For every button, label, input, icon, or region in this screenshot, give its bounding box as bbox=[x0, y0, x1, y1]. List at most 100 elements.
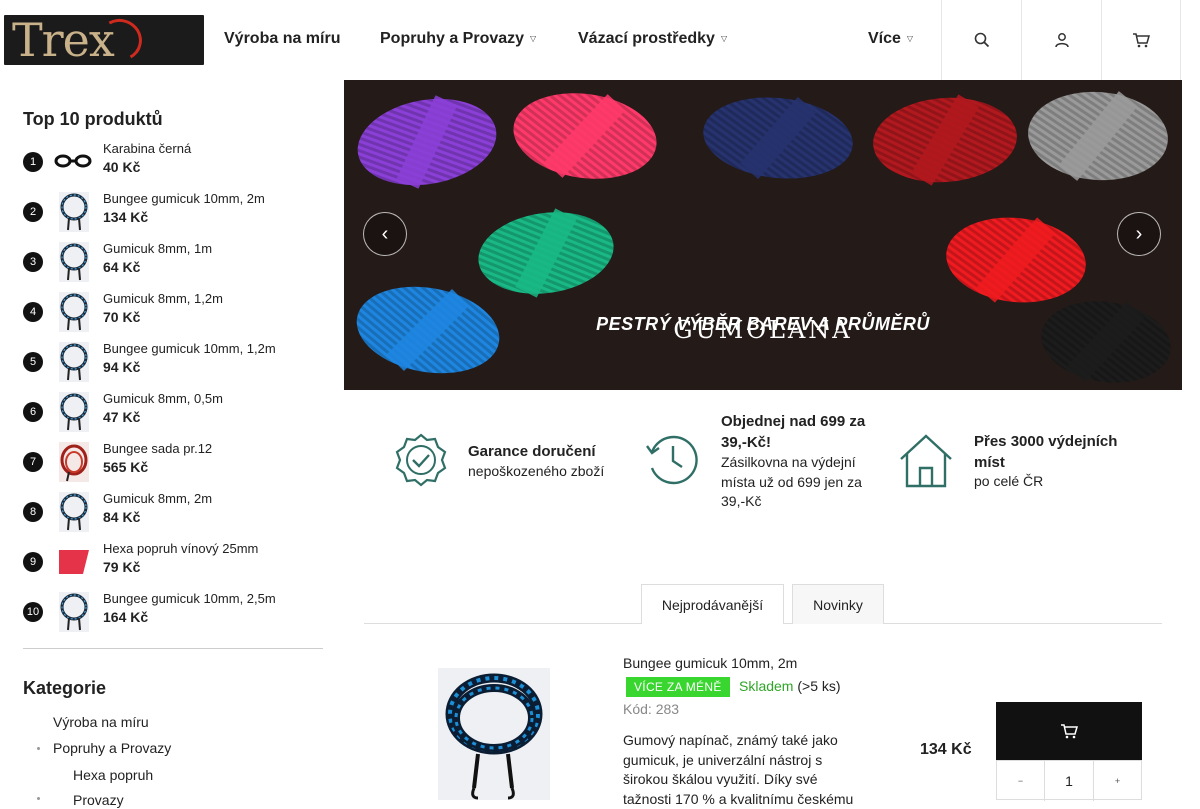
product-price: 70 Kč bbox=[103, 309, 141, 325]
top-product-item[interactable]: 3 Gumicuk 8mm, 1m 64 Kč bbox=[23, 241, 323, 291]
product-thumbnail[interactable] bbox=[59, 592, 89, 632]
benefit-title: Garance doručení bbox=[468, 443, 596, 460]
tab-nejprodavanejsi[interactable]: Nejprodávanější bbox=[641, 584, 784, 624]
product-thumbnail[interactable] bbox=[59, 492, 89, 532]
hero-banner[interactable]: GUMOLANA ‹ › bbox=[344, 80, 1182, 390]
sidebar-divider bbox=[23, 648, 323, 649]
product-price: 47 Kč bbox=[103, 409, 141, 425]
nav-popruhy-a-provazy[interactable]: Popruhy a Provazy ▽ bbox=[380, 30, 536, 48]
product-name[interactable]: Gumicuk 8mm, 1,2m bbox=[103, 291, 223, 306]
banner-subtitle: PESTRÝ VÝBĚR BAREV A PRŮMĚRŮ bbox=[596, 314, 930, 334]
product-price: 84 Kč bbox=[103, 509, 141, 525]
chevron-left-icon: ‹ bbox=[381, 222, 389, 245]
tab-novinky[interactable]: Novinky bbox=[792, 584, 884, 624]
category-provazy[interactable]: Provazy bbox=[73, 792, 124, 808]
product-description: Gumový napínač, známý také jako gumicuk,… bbox=[623, 732, 854, 807]
rank-badge: 9 bbox=[23, 552, 43, 572]
top-product-item[interactable]: 7 Bungee sada pr.12 565 Kč bbox=[23, 441, 323, 491]
product-name[interactable]: Gumicuk 8mm, 2m bbox=[103, 491, 212, 506]
benefit-text: Zásilkovna na výdejní místa už od 699 je… bbox=[721, 454, 862, 509]
promo-badge: VÍCE ZA MÉNĚ bbox=[626, 677, 730, 697]
chevron-down-icon: ▽ bbox=[530, 34, 537, 44]
top-product-item[interactable]: 6 Gumicuk 8mm, 0,5m 47 Kč bbox=[23, 391, 323, 441]
chevron-down-icon: ▽ bbox=[906, 34, 914, 44]
product-thumbnail[interactable] bbox=[59, 242, 89, 282]
top-product-item[interactable]: 5 Bungee gumicuk 10mm, 1,2m 94 Kč bbox=[23, 341, 323, 391]
rank-badge: 2 bbox=[23, 202, 43, 222]
product-name[interactable]: Bungee gumicuk 10mm, 2m bbox=[623, 655, 797, 671]
nav-vyroba-na-miru[interactable]: Výroba na míru bbox=[224, 30, 340, 48]
bungee-cord-image bbox=[445, 673, 543, 800]
minus-icon: − bbox=[1017, 776, 1024, 786]
top-product-item[interactable]: 10 Bungee gumicuk 10mm, 2,5m 164 Kč bbox=[23, 591, 323, 641]
product-name[interactable]: Bungee gumicuk 10mm, 2,5m bbox=[103, 591, 276, 606]
user-icon bbox=[1054, 33, 1069, 48]
search-button[interactable] bbox=[941, 0, 1021, 80]
quantity-decrease-button[interactable]: − bbox=[997, 761, 1045, 801]
rank-badge: 10 bbox=[23, 602, 43, 622]
cart-icon bbox=[1133, 33, 1150, 48]
product-code: Kód: 283 bbox=[623, 701, 680, 717]
cart-add-icon bbox=[1061, 724, 1078, 739]
rank-badge: 7 bbox=[23, 452, 43, 472]
banner-next-button[interactable]: › bbox=[1117, 212, 1161, 256]
top-product-item[interactable]: 8 Gumicuk 8mm, 2m 84 Kč bbox=[23, 491, 323, 541]
site-logo[interactable]: Trex mat bbox=[4, 15, 204, 65]
stock-count: (>5 ks) bbox=[797, 678, 841, 694]
top-product-item[interactable]: 2 Bungee gumicuk 10mm, 2m 134 Kč bbox=[23, 191, 323, 241]
category-vyroba-na-miru[interactable]: Výroba na míru bbox=[53, 714, 149, 730]
product-image[interactable] bbox=[438, 668, 550, 800]
product-price: 134 Kč bbox=[103, 209, 149, 225]
top-product-item[interactable]: 9 Hexa popruh vínový 25mm 79 Kč bbox=[23, 541, 323, 591]
add-to-cart-button[interactable] bbox=[996, 702, 1142, 760]
product-price: 64 Kč bbox=[103, 259, 141, 275]
top-products-title: Top 10 produktů bbox=[23, 109, 163, 129]
quantity-increase-button[interactable]: + bbox=[1093, 761, 1141, 801]
product-name[interactable]: Gumicuk 8mm, 1m bbox=[103, 241, 212, 256]
banner-prev-button[interactable]: ‹ bbox=[363, 212, 407, 256]
product-thumbnail[interactable] bbox=[53, 142, 93, 182]
product-thumbnail[interactable] bbox=[59, 342, 89, 382]
rank-badge: 1 bbox=[23, 152, 43, 172]
categories-title: Kategorie bbox=[23, 678, 107, 698]
product-name[interactable]: Hexa popruh vínový 25mm bbox=[103, 541, 258, 556]
product-thumbnail[interactable] bbox=[59, 292, 89, 332]
badge-check-icon bbox=[395, 433, 447, 487]
category-popruhy-a-provazy[interactable]: Popruhy a Provazy bbox=[53, 740, 171, 756]
product-price: 79 Kč bbox=[103, 559, 141, 575]
product-thumbnail[interactable] bbox=[59, 542, 89, 582]
product-name[interactable]: Gumicuk 8mm, 0,5m bbox=[103, 391, 223, 406]
product-price: 94 Kč bbox=[103, 359, 141, 375]
nav-vice[interactable]: Více ▽ bbox=[868, 30, 913, 48]
nav-label: Vázací prostředky bbox=[578, 30, 715, 47]
product-name[interactable]: Karabina černá bbox=[103, 141, 191, 156]
quantity-input[interactable] bbox=[1045, 761, 1093, 801]
product-price: 164 Kč bbox=[103, 609, 149, 625]
cart-button[interactable] bbox=[1101, 0, 1181, 80]
top-product-item[interactable]: 4 Gumicuk 8mm, 1,2m 70 Kč bbox=[23, 291, 323, 341]
category-hexa-popruh[interactable]: Hexa popruh bbox=[73, 767, 153, 783]
nav-label: Více bbox=[868, 30, 901, 47]
product-thumbnail[interactable] bbox=[59, 442, 89, 482]
top-product-item[interactable]: 1 Karabina černá 40 Kč bbox=[23, 141, 323, 191]
plus-icon: + bbox=[1114, 776, 1121, 786]
benefit-text: nepoškozeného zboží bbox=[468, 463, 605, 479]
nav-label: Výroba na míru bbox=[224, 30, 341, 47]
stock-status: Skladem (>5 ks) bbox=[739, 678, 841, 694]
nav-vazaci-prostredky[interactable]: Vázací prostředky ▽ bbox=[578, 30, 727, 48]
rank-badge: 3 bbox=[23, 252, 43, 272]
rank-badge: 5 bbox=[23, 352, 43, 372]
site-header: Trex mat Výroba na míru Popruhy a Provaz… bbox=[0, 0, 1185, 80]
product-thumbnail[interactable] bbox=[59, 392, 89, 432]
rank-badge: 4 bbox=[23, 302, 43, 322]
product-name[interactable]: Bungee gumicuk 10mm, 2m bbox=[103, 191, 265, 206]
bullet-icon bbox=[37, 747, 40, 750]
chevron-down-icon: ▽ bbox=[720, 34, 728, 44]
home-icon bbox=[900, 434, 952, 488]
stock-label: Skladem bbox=[739, 678, 794, 694]
product-thumbnail[interactable] bbox=[59, 192, 89, 232]
account-button[interactable] bbox=[1021, 0, 1101, 80]
product-name[interactable]: Bungee sada pr.12 bbox=[103, 441, 212, 456]
search-icon bbox=[974, 32, 989, 48]
product-name[interactable]: Bungee gumicuk 10mm, 1,2m bbox=[103, 341, 276, 356]
